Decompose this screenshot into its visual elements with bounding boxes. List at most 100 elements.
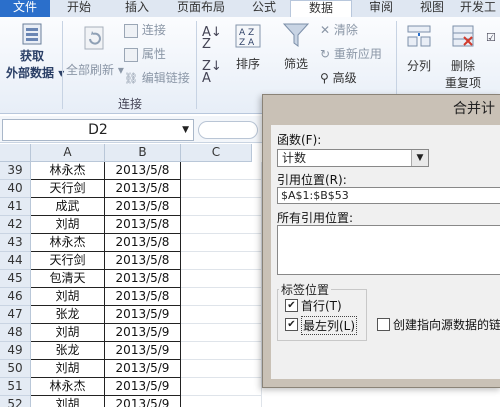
cell-b[interactable]: 2013/5/9: [105, 378, 181, 396]
column-header-b[interactable]: B: [105, 144, 181, 162]
sort-descending-button[interactable]: Z↓A: [202, 61, 222, 85]
cell-b[interactable]: 2013/5/8: [105, 252, 181, 270]
chevron-down-icon[interactable]: ▼: [411, 150, 428, 166]
all-references-list[interactable]: [277, 225, 500, 275]
cell-b[interactable]: 2013/5/9: [105, 360, 181, 378]
refresh-all-button[interactable]: 全部刷新 ▾: [66, 25, 122, 78]
cell-a[interactable]: 刘胡: [31, 288, 105, 306]
select-all-corner[interactable]: [0, 144, 31, 162]
cell-c[interactable]: [181, 270, 262, 288]
get-external-data-button[interactable]: 获取 外部数据 ▾: [6, 21, 58, 81]
name-box[interactable]: D2 ▼: [2, 119, 194, 141]
function-select[interactable]: 计数 ▼: [277, 149, 429, 167]
cell-a[interactable]: 张龙: [31, 342, 105, 360]
create-links-label[interactable]: 创建指向源数据的链: [393, 316, 500, 333]
cell-a[interactable]: 刘胡: [31, 360, 105, 378]
connections-button[interactable]: 连接: [124, 21, 166, 38]
advanced-filter-button[interactable]: ⚲ 高级: [320, 69, 357, 86]
clear-filter-button[interactable]: ✕ 清除: [320, 21, 358, 38]
tab-8[interactable]: 开发工: [456, 0, 500, 17]
properties-button[interactable]: 属性: [124, 45, 166, 62]
cell-a[interactable]: 林永杰: [31, 378, 105, 396]
cell-c[interactable]: [181, 360, 262, 378]
cell-a[interactable]: 成武: [31, 198, 105, 216]
top-row-label[interactable]: 首行(T): [301, 297, 342, 314]
remove-duplicates-button[interactable]: 删除 重复项: [444, 23, 482, 91]
database-icon: [19, 21, 45, 47]
left-column-label[interactable]: 最左列(L): [301, 316, 357, 335]
data-validation-button[interactable]: ☑: [486, 31, 496, 44]
formula-bar-controls[interactable]: [198, 121, 258, 139]
cell-c[interactable]: [181, 324, 262, 342]
tab-2[interactable]: 插入: [112, 0, 162, 17]
sort-ascending-button[interactable]: A↓Z: [202, 27, 222, 51]
row-header[interactable]: 45: [0, 270, 31, 288]
create-links-checkbox[interactable]: [377, 318, 390, 331]
reference-input[interactable]: $A$1:$B$53: [277, 187, 500, 204]
chevron-down-icon[interactable]: ▼: [182, 120, 189, 140]
cell-b[interactable]: 2013/5/9: [105, 306, 181, 324]
top-row-checkbox[interactable]: ✔: [285, 299, 298, 312]
tab-7[interactable]: 视图: [412, 0, 452, 17]
row-header[interactable]: 42: [0, 216, 31, 234]
tab-6[interactable]: 审阅: [356, 0, 406, 17]
cell-a[interactable]: 张龙: [31, 306, 105, 324]
tab-0[interactable]: 文件: [0, 0, 50, 17]
text-to-columns-button[interactable]: 分列: [402, 23, 436, 74]
cell-c[interactable]: [181, 234, 262, 252]
row-header[interactable]: 52: [0, 396, 31, 407]
cell-c[interactable]: [181, 342, 262, 360]
cell-c[interactable]: [181, 216, 262, 234]
column-header-c[interactable]: C: [181, 144, 252, 162]
cell-c[interactable]: [181, 252, 262, 270]
cell-a[interactable]: 包清天: [31, 270, 105, 288]
cell-a[interactable]: 刘胡: [31, 396, 105, 407]
cell-a[interactable]: 林永杰: [31, 162, 105, 180]
cell-a[interactable]: 天行剑: [31, 180, 105, 198]
connections-icon: [124, 24, 138, 38]
cell-a[interactable]: 刘胡: [31, 324, 105, 342]
cell-c[interactable]: [181, 396, 262, 407]
tab-4[interactable]: 公式: [244, 0, 284, 17]
cell-a[interactable]: 林永杰: [31, 234, 105, 252]
row-header[interactable]: 51: [0, 378, 31, 396]
tab-5[interactable]: 数据: [290, 0, 352, 18]
cell-b[interactable]: 2013/5/8: [105, 162, 181, 180]
cell-b[interactable]: 2013/5/8: [105, 270, 181, 288]
cell-a[interactable]: 天行剑: [31, 252, 105, 270]
row-header[interactable]: 43: [0, 234, 31, 252]
row-header[interactable]: 40: [0, 180, 31, 198]
cell-b[interactable]: 2013/5/8: [105, 234, 181, 252]
group-connections-label: 连接: [118, 95, 142, 112]
cell-b[interactable]: 2013/5/8: [105, 288, 181, 306]
cell-b[interactable]: 2013/5/8: [105, 198, 181, 216]
cell-b[interactable]: 2013/5/8: [105, 180, 181, 198]
row-header[interactable]: 46: [0, 288, 31, 306]
row-header[interactable]: 49: [0, 342, 31, 360]
left-column-checkbox[interactable]: ✔: [285, 318, 298, 331]
reapply-button[interactable]: ↻ 重新应用: [320, 45, 382, 62]
row-header[interactable]: 47: [0, 306, 31, 324]
cell-b[interactable]: 2013/5/8: [105, 216, 181, 234]
edit-links-button[interactable]: ⛓ 编辑链接: [124, 69, 190, 86]
cell-c[interactable]: [181, 162, 262, 180]
filter-button[interactable]: 筛选: [278, 21, 314, 72]
row-header[interactable]: 50: [0, 360, 31, 378]
row-header[interactable]: 41: [0, 198, 31, 216]
row-header[interactable]: 39: [0, 162, 31, 180]
cell-c[interactable]: [181, 306, 262, 324]
cell-a[interactable]: 刘胡: [31, 216, 105, 234]
cell-b[interactable]: 2013/5/9: [105, 342, 181, 360]
tab-3[interactable]: 页面布局: [166, 0, 236, 17]
sort-button[interactable]: A Z Z A 排序: [228, 23, 268, 72]
cell-b[interactable]: 2013/5/9: [105, 396, 181, 407]
row-header[interactable]: 48: [0, 324, 31, 342]
cell-c[interactable]: [181, 180, 262, 198]
tab-1[interactable]: 开始: [56, 0, 102, 17]
cell-c[interactable]: [181, 198, 262, 216]
column-header-a[interactable]: A: [31, 144, 105, 162]
row-header[interactable]: 44: [0, 252, 31, 270]
cell-c[interactable]: [181, 288, 262, 306]
cell-b[interactable]: 2013/5/9: [105, 324, 181, 342]
cell-c[interactable]: [181, 378, 262, 396]
